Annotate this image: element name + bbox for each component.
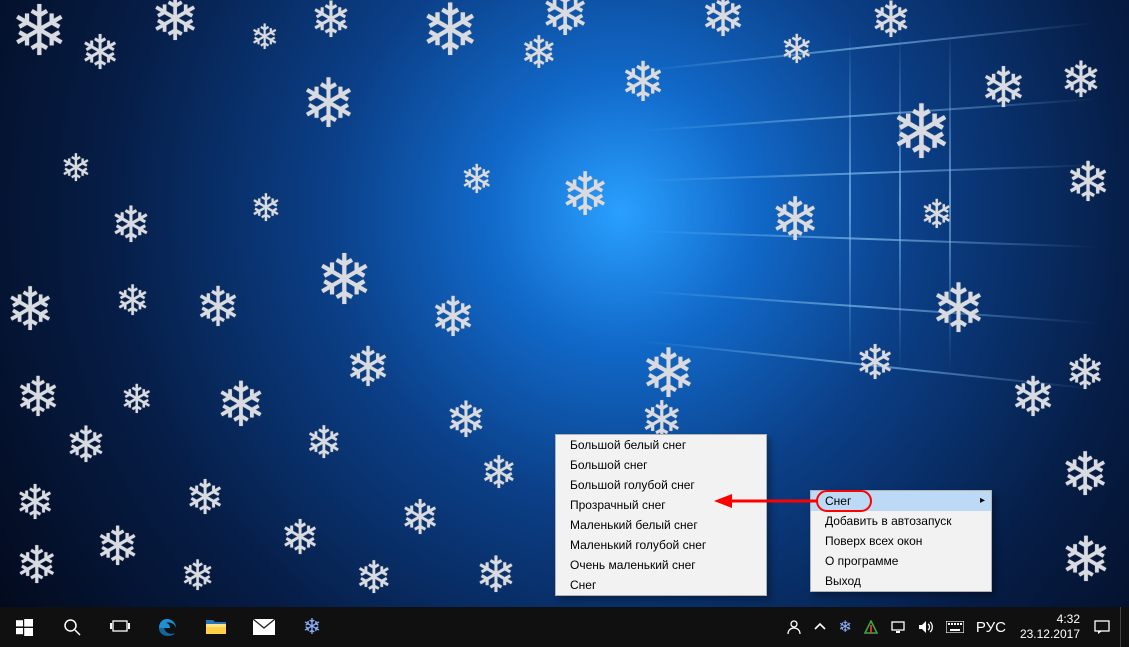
task-view-icon — [110, 619, 130, 635]
submenu-item[interactable]: Маленький голубой снег — [556, 535, 766, 555]
snowflake-icon: ❄ — [303, 614, 321, 640]
tray-keyboard-icon[interactable] — [940, 607, 970, 647]
submenu-item[interactable]: Большой голубой снег — [556, 475, 766, 495]
tray-clock[interactable]: 4:32 23.12.2017 — [1012, 612, 1088, 642]
tray-volume-icon[interactable] — [912, 607, 940, 647]
submenu-item[interactable]: Большой белый снег — [556, 435, 766, 455]
submenu-item[interactable]: Очень маленький снег — [556, 555, 766, 575]
search-icon — [63, 618, 81, 636]
tray-snow-app-icon[interactable]: ❄ — [832, 607, 857, 647]
edge-browser-button[interactable] — [144, 607, 192, 647]
show-desktop-button[interactable] — [1120, 607, 1129, 647]
menu-item-exit[interactable]: Выход — [811, 571, 991, 591]
menu-item-always-on-top[interactable]: Поверх всех окон — [811, 531, 991, 551]
submenu-item[interactable]: Прозрачный снег — [556, 495, 766, 515]
snowflake-icon: ❄ — [838, 617, 851, 637]
submenu-arrow-icon: ▸ — [980, 495, 985, 506]
snow-app-taskbar-button[interactable]: ❄ — [288, 607, 336, 647]
tray-network-icon[interactable] — [884, 607, 912, 647]
tray-people-icon[interactable] — [780, 607, 808, 647]
tray-chevron-up-icon[interactable] — [808, 607, 832, 647]
menu-item-about[interactable]: О программе — [811, 551, 991, 571]
menu-item-label: Снег — [825, 494, 851, 508]
tray-app-icon[interactable] — [858, 607, 884, 647]
task-view-button[interactable] — [96, 607, 144, 647]
edge-icon — [157, 616, 179, 638]
tray-time: 4:32 — [1057, 612, 1080, 627]
windows-logo-streaks — [639, 30, 1099, 370]
start-button[interactable] — [0, 607, 48, 647]
tray-context-menu: Снег ▸ Добавить в автозапуск Поверх всех… — [810, 490, 992, 592]
search-button[interactable] — [48, 607, 96, 647]
submenu-item[interactable]: Маленький белый снег — [556, 515, 766, 535]
tray-language-indicator[interactable]: РУС — [970, 607, 1012, 647]
tray-action-center-icon[interactable] — [1088, 607, 1116, 647]
mail-icon — [253, 619, 275, 635]
mail-app-button[interactable] — [240, 607, 288, 647]
file-explorer-button[interactable] — [192, 607, 240, 647]
folder-icon — [205, 618, 227, 636]
menu-item-autostart[interactable]: Добавить в автозапуск — [811, 511, 991, 531]
taskbar: ❄ ❄ РУС 4:32 23.12.2017 — [0, 607, 1129, 647]
submenu-item[interactable]: Снег — [556, 575, 766, 595]
windows-start-icon — [16, 619, 33, 636]
system-tray: ❄ РУС 4:32 23.12.2017 — [780, 607, 1129, 647]
menu-item-snow[interactable]: Снег ▸ — [811, 491, 991, 511]
submenu-item[interactable]: Большой снег — [556, 455, 766, 475]
tray-date: 23.12.2017 — [1020, 627, 1080, 642]
snow-submenu: Большой белый снег Большой снег Большой … — [555, 434, 767, 596]
